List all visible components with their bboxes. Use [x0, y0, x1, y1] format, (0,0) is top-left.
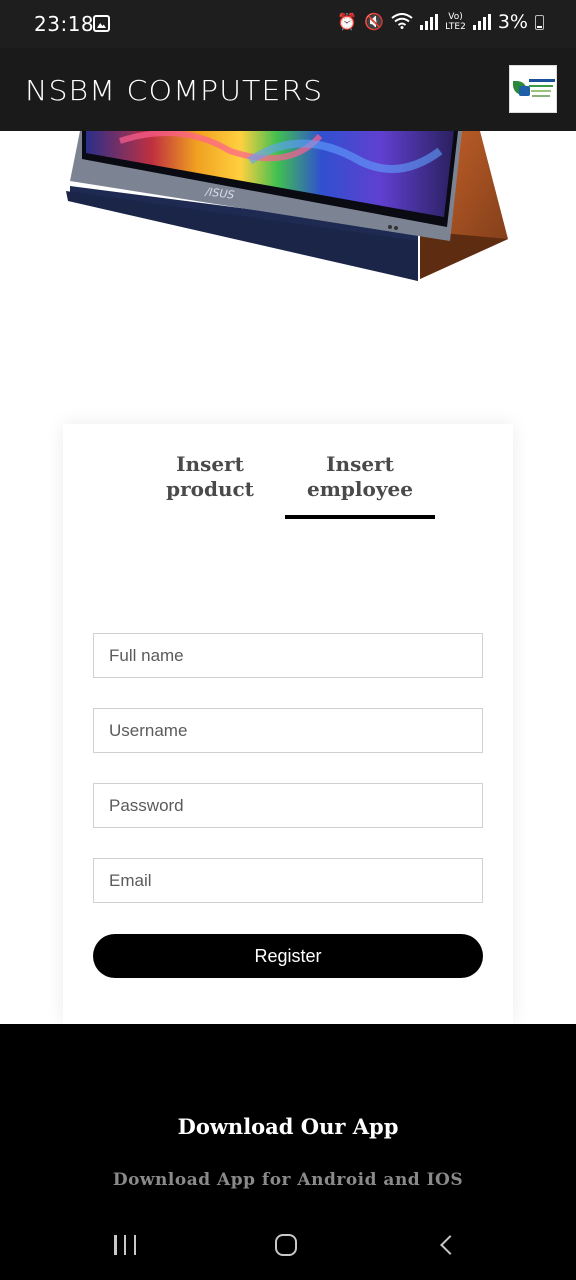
tab-label-line1: Insert: [176, 452, 244, 476]
password-field[interactable]: [93, 783, 483, 828]
footer: Download Our App Download App for Androi…: [0, 1024, 576, 1210]
mute-icon: 🔇: [364, 12, 385, 31]
laptop-illustration: /ISUS: [66, 131, 508, 281]
app-title: NSBM COMPUTERS: [25, 75, 324, 108]
tab-label-line2: product: [166, 477, 254, 501]
tab-insert-product[interactable]: Insert product: [135, 452, 285, 502]
email-field[interactable]: [93, 858, 483, 903]
system-nav-bar: [0, 1210, 576, 1280]
wifi-icon: [391, 12, 413, 32]
gallery-icon: [93, 15, 110, 32]
signal-icon: [420, 14, 439, 30]
battery-percent: 3%: [497, 11, 528, 33]
tab-insert-employee[interactable]: Insert employee: [285, 452, 435, 502]
battery-icon: [535, 14, 544, 30]
status-bar: 23:18 ⏰ 🔇 Vo) LTE2 3%: [0, 0, 576, 48]
active-tab-indicator: [285, 515, 435, 519]
app-bar: NSBM COMPUTERS: [0, 48, 576, 131]
network-label: Vo) LTE2: [445, 12, 466, 32]
tab-label-line2: employee: [307, 477, 413, 501]
footer-subtitle: Download App for Android and IOS: [112, 1170, 464, 1190]
status-icons: ⏰ 🔇 Vo) LTE2 3%: [337, 11, 544, 33]
hero-product-image: /ISUS: [0, 131, 576, 291]
insert-card: Insert product Insert employee Register: [63, 424, 513, 1024]
username-field[interactable]: [93, 708, 483, 753]
footer-title: Download Our App: [177, 1114, 399, 1139]
signal-icon-2: [472, 14, 491, 30]
register-button[interactable]: Register: [93, 934, 483, 978]
app-logo[interactable]: [509, 65, 557, 113]
alarm-icon: ⏰: [337, 12, 358, 31]
back-icon[interactable]: [440, 1235, 460, 1255]
tab-label-line1: Insert: [326, 452, 394, 476]
recents-icon[interactable]: [114, 1235, 136, 1255]
status-time: 23:18: [34, 12, 95, 36]
fullname-field[interactable]: [93, 633, 483, 678]
home-icon[interactable]: [275, 1234, 297, 1256]
